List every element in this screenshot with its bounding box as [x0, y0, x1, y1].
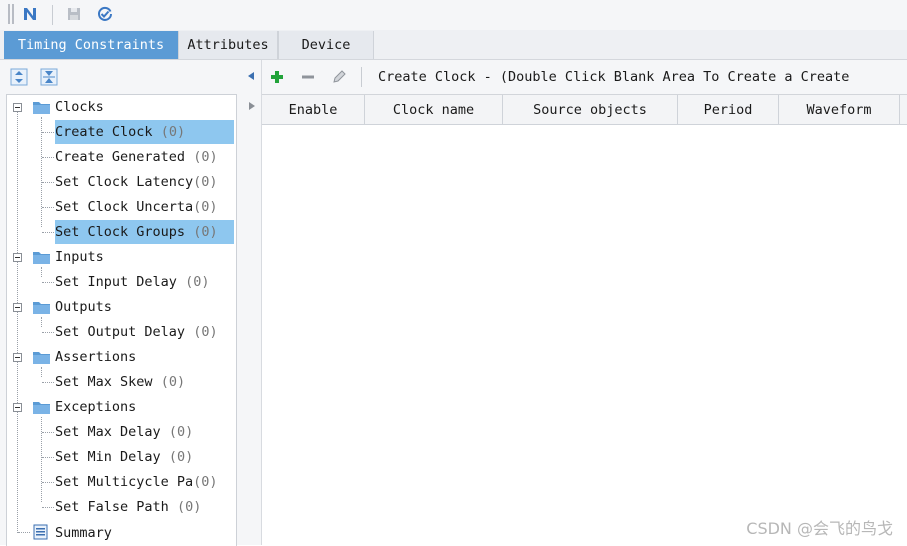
collapse-left-icon[interactable]: [248, 72, 255, 80]
tree-group-assertions[interactable]: Assertions: [55, 345, 136, 369]
panel-title: Create Clock - (Double Click Blank Area …: [378, 69, 850, 85]
column-header-waveform[interactable]: Waveform: [779, 95, 900, 125]
inputs-expander[interactable]: [13, 253, 22, 262]
column-header-more: [900, 95, 907, 125]
inputs-folder-icon: [33, 252, 50, 264]
validate-icon[interactable]: [95, 4, 115, 24]
exceptions-folder-icon: [33, 402, 50, 414]
clocks-expander[interactable]: [13, 103, 22, 112]
tree-item-set-max-skew[interactable]: Set Max Skew (0): [55, 370, 185, 394]
tree-item-set-min-delay[interactable]: Set Min Delay (0): [55, 445, 193, 469]
tree-toolbar: [0, 60, 242, 94]
outputs-expander[interactable]: [13, 303, 22, 312]
tree-item-set-multicycle-path[interactable]: Set Multicycle Pa(0): [55, 470, 218, 494]
column-header-period[interactable]: Period: [678, 95, 779, 125]
tree-item-set-input-delay[interactable]: Set Input Delay (0): [55, 270, 209, 294]
remove-icon[interactable]: [298, 67, 318, 87]
constraints-tree: Clocks Create Clock (0) Create Generated…: [6, 94, 237, 546]
panel-splitter[interactable]: [242, 60, 262, 545]
exceptions-expander[interactable]: [13, 403, 22, 412]
outputs-folder-icon: [33, 302, 50, 314]
column-header-source-objects[interactable]: Source objects: [503, 95, 678, 125]
main-toolbar: [0, 0, 907, 30]
tab-attributes[interactable]: Attributes: [178, 31, 278, 59]
tab-timing-constraints[interactable]: Timing Constraints: [4, 31, 178, 59]
column-header-enable[interactable]: Enable: [262, 95, 365, 125]
tree-item-create-generated[interactable]: Create Generated (0): [55, 145, 218, 169]
tree-item-create-clock[interactable]: Create Clock (0): [55, 120, 234, 144]
tree-item-set-false-path[interactable]: Set False Path (0): [55, 495, 201, 519]
constraints-tree-panel: Clocks Create Clock (0) Create Generated…: [0, 60, 242, 546]
tree-group-inputs[interactable]: Inputs: [55, 245, 104, 269]
expand-right-icon[interactable]: [249, 102, 255, 110]
assertions-expander[interactable]: [13, 353, 22, 362]
save-icon[interactable]: [64, 4, 84, 24]
watermark: CSDN @会飞的鸟戈: [746, 519, 893, 538]
tab-device[interactable]: Device: [278, 31, 374, 59]
assertions-folder-icon: [33, 352, 50, 364]
add-icon[interactable]: [267, 67, 287, 87]
tab-bar: Timing Constraints Attributes Device: [0, 30, 907, 60]
column-header-clock-name[interactable]: Clock name: [365, 95, 503, 125]
tree-item-set-clock-groups[interactable]: Set Clock Groups (0): [55, 220, 234, 244]
tree-item-set-clock-latency[interactable]: Set Clock Latency(0): [55, 170, 218, 194]
tree-item-set-max-delay[interactable]: Set Max Delay (0): [55, 420, 193, 444]
tree-item-summary[interactable]: Summary: [55, 521, 112, 545]
tree-group-clocks[interactable]: Clocks: [55, 95, 104, 119]
constraints-table[interactable]: Enable Clock name Source objects Period …: [262, 94, 907, 546]
logo-n-icon[interactable]: [20, 4, 40, 24]
tree-item-set-clock-uncertainty[interactable]: Set Clock Uncerta(0): [55, 195, 218, 219]
tree-item-set-output-delay[interactable]: Set Output Delay (0): [55, 320, 218, 344]
expand-all-icon[interactable]: [9, 67, 29, 87]
edit-icon[interactable]: [329, 67, 349, 87]
clocks-folder-icon: [33, 102, 50, 114]
collapse-all-icon[interactable]: [39, 67, 59, 87]
tree-group-exceptions[interactable]: Exceptions: [55, 395, 136, 419]
tree-group-outputs[interactable]: Outputs: [55, 295, 112, 319]
summary-document-icon: [33, 524, 48, 540]
toolbar-grip[interactable]: [8, 4, 14, 24]
